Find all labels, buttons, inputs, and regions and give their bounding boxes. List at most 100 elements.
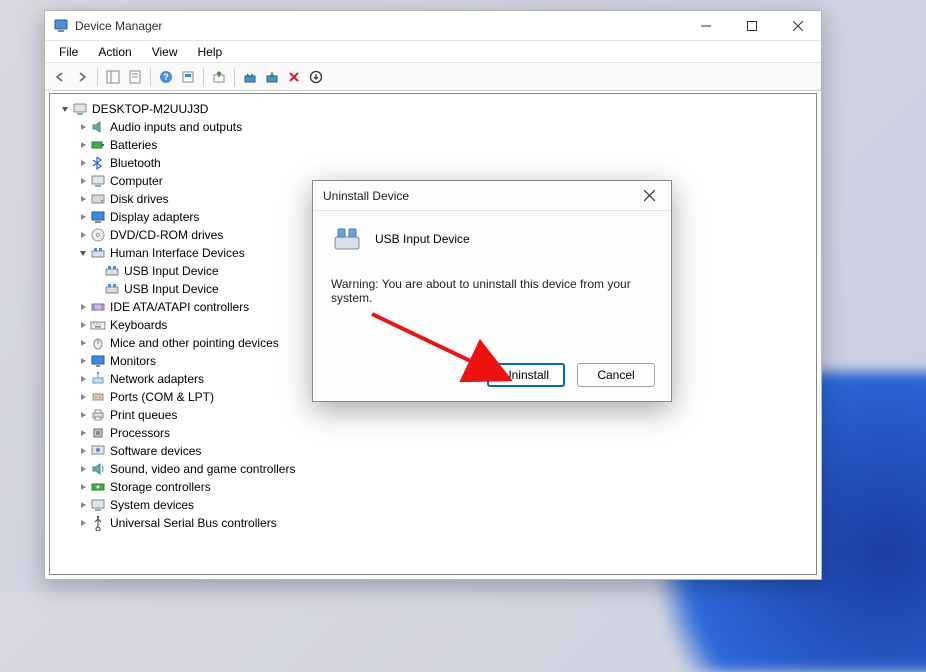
- tree-item-label: Batteries: [110, 138, 157, 152]
- expander-icon[interactable]: [76, 120, 90, 134]
- expander-icon[interactable]: [76, 174, 90, 188]
- expander-icon[interactable]: [76, 210, 90, 224]
- expander-icon[interactable]: [76, 138, 90, 152]
- usb-icon: [90, 515, 106, 531]
- expander-icon[interactable]: [76, 336, 90, 350]
- dialog-title: Uninstall Device: [323, 189, 409, 203]
- close-button[interactable]: [775, 11, 821, 41]
- computer-icon: [72, 101, 88, 117]
- tree-root-label: DESKTOP-M2UUJ3D: [92, 102, 208, 116]
- tree-item-print[interactable]: Print queues: [54, 406, 812, 424]
- tree-item-label: Computer: [110, 174, 163, 188]
- tree-item-label: Disk drives: [110, 192, 169, 206]
- uninstall-button[interactable]: Uninstall: [487, 363, 565, 387]
- properties-button[interactable]: [124, 66, 146, 88]
- hid-icon: [104, 281, 120, 297]
- enable-device-button[interactable]: [239, 66, 261, 88]
- minimize-button[interactable]: [683, 11, 729, 41]
- action-button[interactable]: [177, 66, 199, 88]
- disable-device-button[interactable]: [261, 66, 283, 88]
- tree-item-label: Print queues: [110, 408, 177, 422]
- tree-item-label: Bluetooth: [110, 156, 161, 170]
- tree-item-label: Software devices: [110, 444, 201, 458]
- monitor-icon: [90, 353, 106, 369]
- expander-icon[interactable]: [76, 318, 90, 332]
- tree-item-label: Ports (COM & LPT): [110, 390, 214, 404]
- toolbar-separator: [203, 68, 204, 86]
- dialog-body: USB Input Device Warning: You are about …: [313, 211, 671, 313]
- tree-item-system[interactable]: System devices: [54, 496, 812, 514]
- maximize-button[interactable]: [729, 11, 775, 41]
- back-button[interactable]: [49, 66, 71, 88]
- expander-icon[interactable]: [76, 246, 90, 260]
- software-icon: [90, 443, 106, 459]
- expander-icon[interactable]: [76, 390, 90, 404]
- storage-icon: [90, 479, 106, 495]
- tree-item-bluetooth[interactable]: Bluetooth: [54, 154, 812, 172]
- menu-action[interactable]: Action: [90, 43, 139, 61]
- expander-icon[interactable]: [76, 426, 90, 440]
- expander-icon[interactable]: [76, 516, 90, 530]
- expander-icon[interactable]: [76, 408, 90, 422]
- tree-item-audio[interactable]: Audio inputs and outputs: [54, 118, 812, 136]
- svg-text:?: ?: [163, 72, 169, 82]
- expander-icon[interactable]: [76, 480, 90, 494]
- toolbar-separator: [150, 68, 151, 86]
- tree-item-storage[interactable]: Storage controllers: [54, 478, 812, 496]
- dialog-device-row: USB Input Device: [331, 223, 653, 255]
- tree-item-label: Processors: [110, 426, 170, 440]
- expander-icon[interactable]: [76, 498, 90, 512]
- port-icon: [90, 389, 106, 405]
- tree-item-usb[interactable]: Universal Serial Bus controllers: [54, 514, 812, 532]
- network-icon: [90, 371, 106, 387]
- expander-icon[interactable]: [76, 300, 90, 314]
- scan-hardware-button[interactable]: [305, 66, 327, 88]
- tree-item-processors[interactable]: Processors: [54, 424, 812, 442]
- battery-icon: [90, 137, 106, 153]
- tree-item-label: Display adapters: [110, 210, 199, 224]
- expander-icon[interactable]: [76, 444, 90, 458]
- update-driver-button[interactable]: [208, 66, 230, 88]
- dialog-close-button[interactable]: [627, 181, 671, 211]
- tree-root[interactable]: DESKTOP-M2UUJ3D: [54, 100, 812, 118]
- tree-item-label: USB Input Device: [124, 282, 219, 296]
- uninstall-dialog: Uninstall Device USB Input Device Warnin…: [312, 180, 672, 402]
- tree-item-label: Monitors: [110, 354, 156, 368]
- dialog-titlebar: Uninstall Device: [313, 181, 671, 211]
- tree-item-label: Audio inputs and outputs: [110, 120, 242, 134]
- tree-item-label: Sound, video and game controllers: [110, 462, 295, 476]
- menu-file[interactable]: File: [51, 43, 86, 61]
- expander-icon[interactable]: [76, 228, 90, 242]
- dialog-device-name: USB Input Device: [375, 232, 470, 246]
- window-title: Device Manager: [75, 19, 162, 33]
- ide-icon: [90, 299, 106, 315]
- menubar: File Action View Help: [45, 41, 821, 63]
- expander-icon[interactable]: [76, 192, 90, 206]
- expander-icon[interactable]: [76, 156, 90, 170]
- help-button[interactable]: ?: [155, 66, 177, 88]
- tree-item-batteries[interactable]: Batteries: [54, 136, 812, 154]
- tree-item-label: Human Interface Devices: [110, 246, 245, 260]
- expander-icon[interactable]: [76, 354, 90, 368]
- tree-item-label: IDE ATA/ATAPI controllers: [110, 300, 249, 314]
- disk-icon: [90, 191, 106, 207]
- menu-view[interactable]: View: [144, 43, 186, 61]
- uninstall-device-button[interactable]: [283, 66, 305, 88]
- show-hide-tree-button[interactable]: [102, 66, 124, 88]
- tree-item-label: Storage controllers: [110, 480, 211, 494]
- expander-icon[interactable]: [58, 102, 72, 116]
- expander-icon[interactable]: [76, 462, 90, 476]
- tree-item-software[interactable]: Software devices: [54, 442, 812, 460]
- forward-button[interactable]: [71, 66, 93, 88]
- menu-help[interactable]: Help: [190, 43, 231, 61]
- titlebar: Device Manager: [45, 11, 821, 41]
- expander-icon[interactable]: [76, 372, 90, 386]
- tree-item-label: Universal Serial Bus controllers: [110, 516, 277, 530]
- tree-item-label: USB Input Device: [124, 264, 219, 278]
- tree-item-label: Network adapters: [110, 372, 204, 386]
- cancel-button[interactable]: Cancel: [577, 363, 655, 387]
- audio-icon: [90, 119, 106, 135]
- system-icon: [90, 497, 106, 513]
- tree-item-sound[interactable]: Sound, video and game controllers: [54, 460, 812, 478]
- printer-icon: [90, 407, 106, 423]
